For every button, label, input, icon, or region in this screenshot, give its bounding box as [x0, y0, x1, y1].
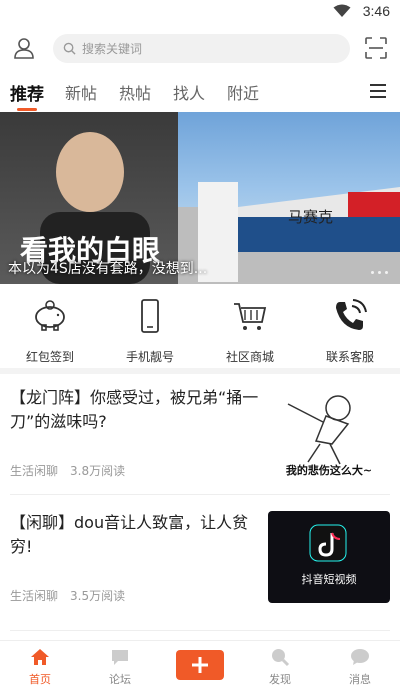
post-read-count: 3.5万阅读 — [70, 589, 126, 603]
post-meta: 生活闲聊 3.8万阅读 — [10, 462, 125, 479]
user-icon — [14, 38, 34, 59]
scan-button[interactable] — [364, 36, 388, 60]
shortcut-customer-service[interactable]: 联系客服 — [300, 296, 400, 365]
post-item[interactable]: 【龙门阵】你感受过，被兄弟“捅一刀”的滋味吗? 生活闲聊 3.8万阅读 我的悲伤这… — [10, 386, 390, 482]
nav-home[interactable]: 首页 — [0, 645, 80, 687]
message-icon — [351, 649, 369, 665]
post-separator — [10, 494, 390, 495]
nav-messages[interactable]: 消息 — [320, 645, 400, 687]
tab-hot-posts[interactable]: 热帖 — [119, 80, 151, 104]
shortcut-phone-number[interactable]: 手机靓号 — [100, 296, 200, 365]
scan-icon — [365, 37, 387, 59]
profile-button[interactable] — [12, 36, 36, 60]
shortcut-grid: 红包签到 手机靓号 社区商城 联系客服 — [0, 296, 400, 366]
tab-nearby[interactable]: 附近 — [227, 80, 259, 104]
bottom-nav: 首页 论坛 发现 消息 — [0, 640, 400, 690]
banner-carousel[interactable]: 看我的白眼 马赛克 本以为4S店没有套路，没想到... — [0, 112, 400, 284]
nav-label: 首页 — [29, 673, 51, 686]
new-post-button[interactable] — [176, 650, 224, 680]
nav-label: 发现 — [269, 673, 291, 686]
post-category: 生活闲聊 — [10, 464, 59, 478]
clock-time: 3:46 — [362, 3, 390, 19]
piggy-bank-icon — [35, 300, 65, 331]
cart-icon — [234, 303, 267, 330]
search-row: 搜索关键词 — [0, 30, 400, 68]
post-title: 【闲聊】dou音让人致富，让人贫穷! — [10, 513, 249, 556]
tab-new-posts[interactable]: 新帖 — [65, 80, 97, 104]
tab-find-people[interactable]: 找人 — [173, 80, 205, 104]
tab-recommend[interactable]: 推荐 — [10, 80, 44, 105]
post-meta: 生活闲聊 3.5万阅读 — [10, 587, 125, 604]
thumb-caption: 我的悲伤这么大~ — [286, 463, 372, 477]
shortcut-label: 红包签到 — [25, 350, 74, 364]
nav-discover[interactable]: 发现 — [240, 645, 320, 687]
plus-icon — [192, 657, 208, 673]
menu-icon[interactable] — [370, 84, 386, 98]
thumb-caption: 抖音短视频 — [302, 572, 357, 586]
shortcut-red-packet-checkin[interactable]: 红包签到 — [0, 296, 100, 365]
banner-caption: 本以为4S店没有套路，没想到... — [8, 261, 208, 277]
search-input[interactable]: 搜索关键词 — [53, 34, 350, 63]
post-thumbnail: 我的悲伤这么大~ — [268, 386, 390, 478]
shortcut-label: 手机靓号 — [125, 350, 174, 364]
post-read-count: 3.8万阅读 — [70, 464, 126, 478]
phone-call-icon — [336, 299, 367, 330]
carousel-dots — [371, 271, 388, 274]
section-divider — [0, 368, 400, 374]
tab-active-indicator — [17, 108, 37, 111]
wifi-icon — [333, 4, 351, 17]
shortcut-label: 联系客服 — [325, 350, 374, 364]
nav-label: 论坛 — [109, 673, 131, 686]
post-category: 生活闲聊 — [10, 589, 59, 603]
post-separator — [10, 630, 390, 631]
status-bar: 3:46 — [0, 0, 400, 24]
nav-forum[interactable]: 论坛 — [80, 645, 160, 687]
dealership-sign-text: 马赛克 — [288, 208, 333, 226]
discover-icon — [272, 649, 290, 667]
home-icon — [31, 649, 49, 665]
post-title: 【龙门阵】你感受过，被兄弟“捅一刀”的滋味吗? — [10, 388, 259, 431]
phone-icon — [141, 299, 159, 333]
banner-image-dealership: 马赛克 — [178, 112, 400, 284]
search-icon — [63, 42, 76, 55]
post-item[interactable]: 【闲聊】dou音让人致富，让人贫穷! 生活闲聊 3.5万阅读 抖音短视频 — [10, 511, 390, 605]
forum-icon — [112, 650, 128, 665]
shortcut-community-mall[interactable]: 社区商城 — [200, 296, 300, 365]
post-thumbnail: 抖音短视频 — [268, 511, 390, 603]
nav-label: 消息 — [349, 673, 371, 686]
shortcut-label: 社区商城 — [225, 350, 274, 364]
channel-tabs: 推荐 新帖 热帖 找人 附近 — [0, 76, 400, 112]
search-placeholder: 搜索关键词 — [82, 42, 143, 56]
